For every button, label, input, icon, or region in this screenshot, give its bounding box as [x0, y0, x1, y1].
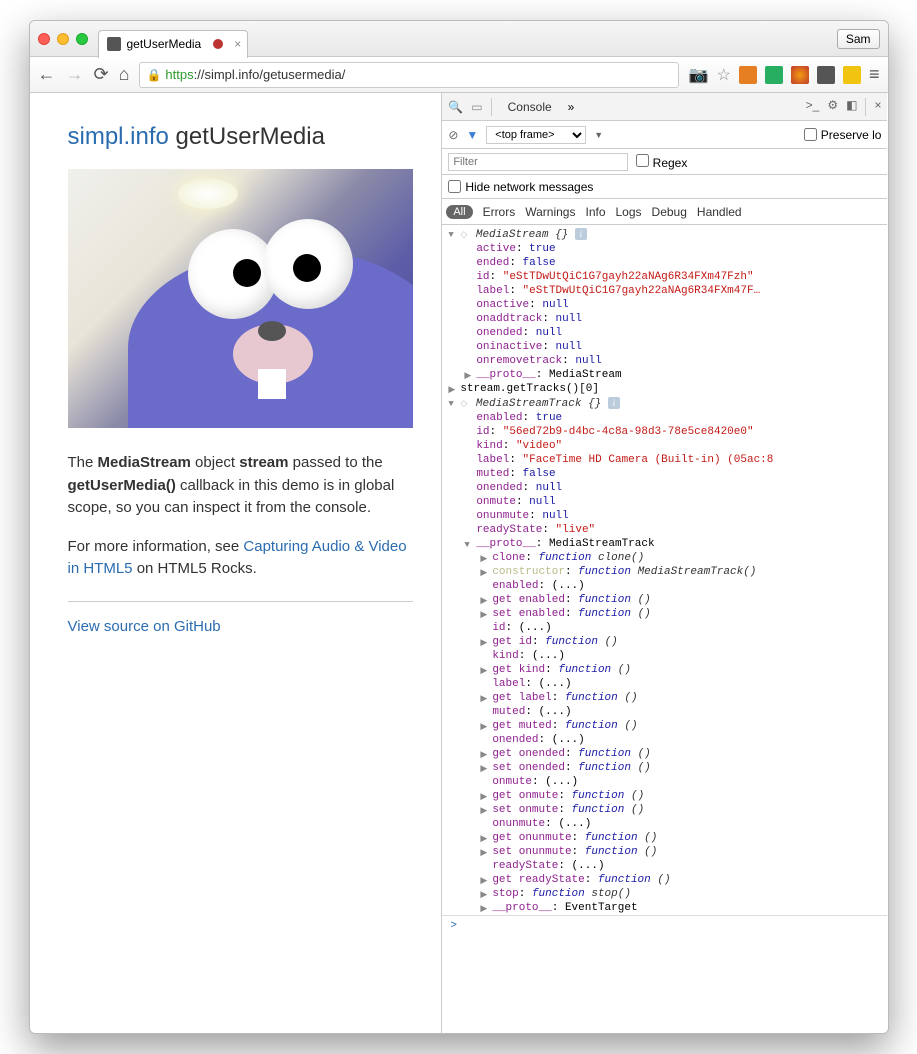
close-devtools-button[interactable]: × [874, 98, 881, 116]
console-output[interactable]: ◇ MediaStream {} i active: true ended: f… [442, 225, 887, 1033]
minimize-window-button[interactable] [57, 33, 69, 45]
view-source-link[interactable]: View source on GitHub [68, 618, 221, 635]
extension-icon-3[interactable] [791, 66, 809, 84]
page-content: simpl.info getUserMedia The MediaStream … [30, 93, 442, 1033]
browser-toolbar: ← → ⟳ ⌂ 🔒 https://simpl.info/getusermedi… [30, 57, 888, 93]
url-path: /getusermedia/ [259, 67, 345, 82]
console-tab[interactable]: Console [500, 96, 560, 118]
maximize-window-button[interactable] [76, 33, 88, 45]
bookmark-star-icon[interactable]: ☆ [717, 65, 731, 85]
breadcrumb-link[interactable]: simpl.info [68, 123, 169, 150]
paragraph-1: The MediaStream object stream passed to … [68, 452, 414, 520]
recording-indicator-icon [213, 39, 223, 49]
devtools-panel: 🔍 ▭ Console » >_ ⚙ ◧ × ⊘ ▼ <top frame> [441, 93, 887, 1033]
console-row[interactable]: ◇ MediaStream {} i [442, 227, 887, 242]
log-level-bar: All Errors Warnings Info Logs Debug Hand… [442, 199, 887, 225]
hide-network-label: Hide network messages [465, 180, 593, 194]
regex-label: Regex [636, 154, 687, 170]
paragraph-2: For more information, see Capturing Audi… [68, 536, 414, 581]
level-info[interactable]: Info [585, 205, 605, 219]
more-tabs-icon[interactable]: » [568, 100, 575, 114]
regex-checkbox[interactable] [636, 154, 649, 167]
lock-icon: 🔒 [146, 68, 161, 82]
drawer-toggle-icon[interactable]: >_ [806, 98, 820, 116]
settings-gear-icon[interactable]: ⚙ [827, 98, 838, 116]
divider [68, 601, 414, 602]
window-controls [38, 33, 88, 45]
camera-permission-icon[interactable]: 📷 [689, 65, 709, 85]
content-area: simpl.info getUserMedia The MediaStream … [30, 93, 888, 1033]
gopher-tooth [258, 369, 286, 399]
titlebar: getUserMedia × Sam [30, 21, 888, 57]
page-title-text: getUserMedia [169, 123, 325, 150]
hide-network-row: Hide network messages [442, 175, 887, 199]
forward-button[interactable]: → [66, 64, 84, 85]
console-row[interactable]: ◇ MediaStreamTrack {} i [442, 396, 887, 411]
close-window-button[interactable] [38, 33, 50, 45]
profile-button[interactable]: Sam [837, 29, 880, 49]
ceiling-light [178, 179, 238, 209]
extension-icon-4[interactable] [843, 66, 861, 84]
page-title: simpl.info getUserMedia [68, 123, 414, 151]
preserve-log-label: Preserve lo [804, 128, 882, 142]
browser-window: getUserMedia × Sam ← → ⟳ ⌂ 🔒 https://sim… [29, 20, 889, 1034]
level-debug[interactable]: Debug [652, 205, 687, 219]
filter-funnel-icon[interactable]: ▼ [466, 128, 478, 142]
level-handled[interactable]: Handled [697, 205, 742, 219]
dock-side-icon[interactable]: ◧ [846, 98, 857, 116]
extension-icon-2[interactable] [765, 66, 783, 84]
level-logs[interactable]: Logs [616, 205, 642, 219]
back-button[interactable]: ← [38, 64, 56, 85]
extension-icon-1[interactable] [739, 66, 757, 84]
preserve-log-checkbox[interactable] [804, 128, 817, 141]
devtools-context-bar: ⊘ ▼ <top frame> ▼ Preserve lo [442, 121, 887, 149]
level-errors[interactable]: Errors [483, 205, 516, 219]
url-host: ://simpl.info [194, 67, 260, 82]
tab-title: getUserMedia [127, 37, 202, 51]
address-bar[interactable]: 🔒 https://simpl.info/getusermedia/ [139, 62, 678, 88]
cast-icon[interactable] [817, 66, 835, 84]
menu-button[interactable]: ≡ [869, 64, 880, 85]
tab-favicon [107, 37, 121, 51]
extension-icons: 📷 ☆ ≡ [689, 64, 880, 85]
filter-input[interactable] [448, 153, 628, 171]
reload-button[interactable]: ⟳ [94, 64, 109, 85]
url-scheme: https [165, 67, 193, 82]
context-select[interactable]: <top frame> [486, 126, 586, 144]
clear-console-icon[interactable]: ⊘ [448, 128, 458, 142]
devtools-toolbar: 🔍 ▭ Console » >_ ⚙ ◧ × [442, 93, 887, 121]
context-dropdown-icon[interactable]: ▼ [594, 130, 603, 140]
gopher-nose [258, 321, 286, 341]
search-icon[interactable]: 🔍 [448, 100, 463, 114]
device-toggle-icon[interactable]: ▭ [471, 100, 482, 114]
video-preview [68, 169, 414, 428]
hide-network-checkbox[interactable] [448, 180, 461, 193]
close-tab-button[interactable]: × [234, 37, 241, 51]
level-warnings[interactable]: Warnings [525, 205, 575, 219]
browser-tab[interactable]: getUserMedia × [98, 30, 249, 58]
home-button[interactable]: ⌂ [119, 64, 130, 85]
console-row[interactable]: stream.getTracks()[0] [442, 382, 887, 396]
level-all[interactable]: All [446, 205, 472, 219]
console-prompt[interactable]: > [442, 915, 887, 936]
gopher-eye-right [263, 219, 353, 309]
devtools-filter-bar: Regex [442, 149, 887, 175]
